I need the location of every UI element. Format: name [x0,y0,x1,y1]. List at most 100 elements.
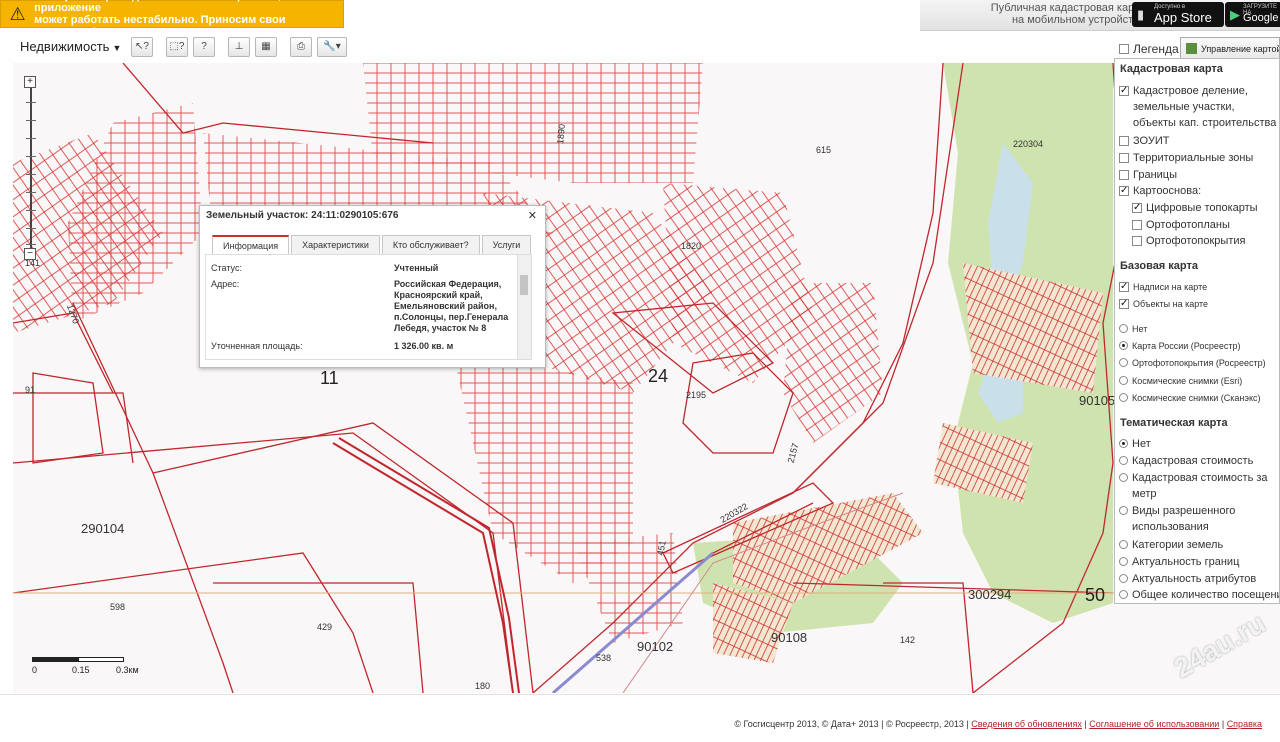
layer-basemap[interactable]: Картооснова: [1119,183,1279,199]
appstore-label: App Store [1154,10,1212,25]
area-label: Уточненная площадь: [211,341,303,351]
layer-control-panel: Кадастровая карта Кадастровое деление, з… [1114,58,1280,604]
tab-characteristics[interactable]: Характеристики [291,235,380,254]
google-play-button[interactable]: ▶ ЗАГРУЗИТЕ НА Google [1225,2,1280,27]
object-type-dropdown[interactable]: Недвижимость ▼ [20,39,121,54]
base-radio-esri[interactable]: Космические снимки (Esri) [1119,373,1279,389]
legend-checkbox-box[interactable] [1119,44,1129,54]
dropdown-label: Недвижимость [20,39,110,54]
base-radio-ortho[interactable]: Ортофотопокрытия (Росреестр) [1119,355,1279,371]
layer-borders[interactable]: Границы [1119,167,1279,183]
tools-dropdown[interactable]: 🔧▾ [317,37,347,57]
identify-icon: ⬚? [169,41,185,52]
map-toolbar: Недвижимость ▼ ↖? ⬚? ? ⊥ ▦ ⎙ 🔧▾ Легенда У… [0,32,1280,62]
layer-orthophotocover[interactable]: Ортофотопокрытия [1132,233,1279,249]
map-label: 2195 [686,390,707,400]
manage-map-tab[interactable]: Управление картой [1180,37,1280,59]
map-label: 1890 [555,123,567,145]
status-label: Статус: [211,263,242,273]
thematic-radio-none[interactable]: Нет [1119,436,1279,452]
thematic-radio-land-categories[interactable]: Категории земель [1119,537,1279,553]
layer-zouit[interactable]: ЗОУИТ [1119,133,1279,149]
tab-info[interactable]: Информация [212,235,290,254]
base-radio-none[interactable]: Нет [1119,321,1279,337]
base-radio-scanex[interactable]: Космические снимки (Сканэкс) [1119,390,1279,406]
mobile-promo: Публичная кадастровая карта на мобильном… [920,0,1280,31]
terms-link[interactable]: Соглашение об использовании [1089,719,1219,729]
scale-label: 0 [32,665,38,675]
layer-map-labels[interactable]: Надписи на карте [1119,279,1279,295]
popup-tabs: Информация Характеристики Кто обслуживае… [212,235,532,255]
zoom-out-button[interactable]: − [24,248,36,260]
scale-label: 0.3км [116,665,139,675]
print-button[interactable]: ⎙ [290,37,312,57]
map-label: 1820 [681,241,702,251]
base-section-title: Базовая карта [1120,260,1198,272]
ruler-icon: ⊥ [234,41,244,52]
area-tool[interactable]: ▦ [255,37,277,57]
map-label: 429 [317,622,333,632]
identify-tool[interactable]: ⬚? [166,37,188,57]
address-value: Российская Федерация, Красноярский край,… [394,279,509,333]
print-icon: ⎙ [297,41,305,52]
chevron-down-icon: ▼ [112,43,122,53]
map-label: 142 [900,635,916,645]
popup-scrollbar[interactable] [517,255,531,359]
thematic-radio-border-actuality[interactable]: Актуальность границ [1119,554,1279,570]
maintenance-warning: ⚠ На портале проводятся технические рабо… [0,0,344,38]
zoom-control[interactable]: + − [22,72,40,267]
map-label: 615 [816,145,832,155]
copyright-text: © Госгисцентр 2013, © Дата+ 2013 | © Рос… [734,719,969,729]
thematic-radio-attribute-actuality[interactable]: Актуальность атрибутов [1119,571,1279,587]
map-label: 24 [648,366,669,386]
status-value: Учтенный [394,263,439,273]
thematic-radio-permitted-use[interactable]: Виды разрешенного использования [1119,503,1279,535]
map-label: 180 [475,681,491,691]
thematic-radio-value-per-meter[interactable]: Кадастровая стоимость за метр [1119,470,1279,502]
apple-icon: ▮ [1137,7,1145,22]
help-link[interactable]: Справка [1227,719,1262,729]
close-icon[interactable]: ✕ [528,209,537,222]
layer-cadastral-division[interactable]: Кадастровое деление, земельные участки, … [1119,83,1279,131]
map-label: 90102 [637,639,674,654]
mobile-promo-text: Публичная кадастровая карта на мобильном… [990,2,1145,26]
help-icon: ? [201,41,207,52]
info-panel-tool[interactable]: ? [193,37,215,57]
popup-body: Статус: Учтенный Адрес: Российская Федер… [205,254,532,360]
base-radio-russia[interactable]: Карта России (Росреестр) [1119,338,1279,354]
layer-territorial-zones[interactable]: Территориальные зоны [1119,150,1279,166]
legend-checkbox[interactable]: Легенда [1119,42,1179,56]
pointer-info-tool[interactable]: ↖? [131,37,153,57]
map-label: 290104 [81,521,125,536]
map-label: 91 [25,385,36,395]
measure-tool[interactable]: ⊥ [228,37,250,57]
layer-orthophotoplans[interactable]: Ортофотопланы [1132,217,1279,233]
cadastral-map[interactable]: 615 220304 1820 2195 2157 220322 451 901… [13,63,1280,693]
top-banner: ⚠ На портале проводятся технические рабо… [0,0,1280,38]
thematic-section-title: Тематическая карта [1120,417,1228,429]
google-label: Google [1243,12,1279,24]
page-footer: © Госгисцентр 2013, © Дата+ 2013 | © Рос… [0,694,1280,742]
tab-who-serves[interactable]: Кто обслуживает? [381,235,480,254]
map-label: 11 [320,368,339,388]
scale-label: 0.15 [72,665,90,675]
tab-services[interactable]: Услуги [481,235,532,254]
map-label: 90108 [771,630,808,645]
app-store-button[interactable]: ▮ Доступно в App Store [1132,2,1224,27]
layer-map-objects[interactable]: Объекты на карте [1119,296,1279,312]
thematic-radio-cadastral-value[interactable]: Кадастровая стоимость [1119,453,1279,469]
address-label: Адрес: [211,279,240,289]
area-value: 1 326.00 кв. м [394,341,454,351]
footer-text: © Госгисцентр 2013, © Дата+ 2013 | © Рос… [734,719,1262,729]
popup-title: Земельный участок: 24:11:0290105:676 [206,210,399,221]
cadastral-section-title: Кадастровая карта [1120,63,1223,75]
layers-icon [1186,43,1197,54]
updates-link[interactable]: Сведения об обновлениях [971,719,1082,729]
manage-map-label: Управление картой [1201,44,1280,54]
layer-digital-topo[interactable]: Цифровые топокарты [1132,200,1279,216]
map-label: 538 [596,653,612,663]
parcel-info-popup: Земельный участок: 24:11:0290105:676 ✕ И… [199,205,546,368]
zoom-in-button[interactable]: + [24,76,36,88]
legend-label: Легенда [1133,42,1179,56]
thematic-radio-visits[interactable]: Общее количество посещений [1119,587,1279,603]
